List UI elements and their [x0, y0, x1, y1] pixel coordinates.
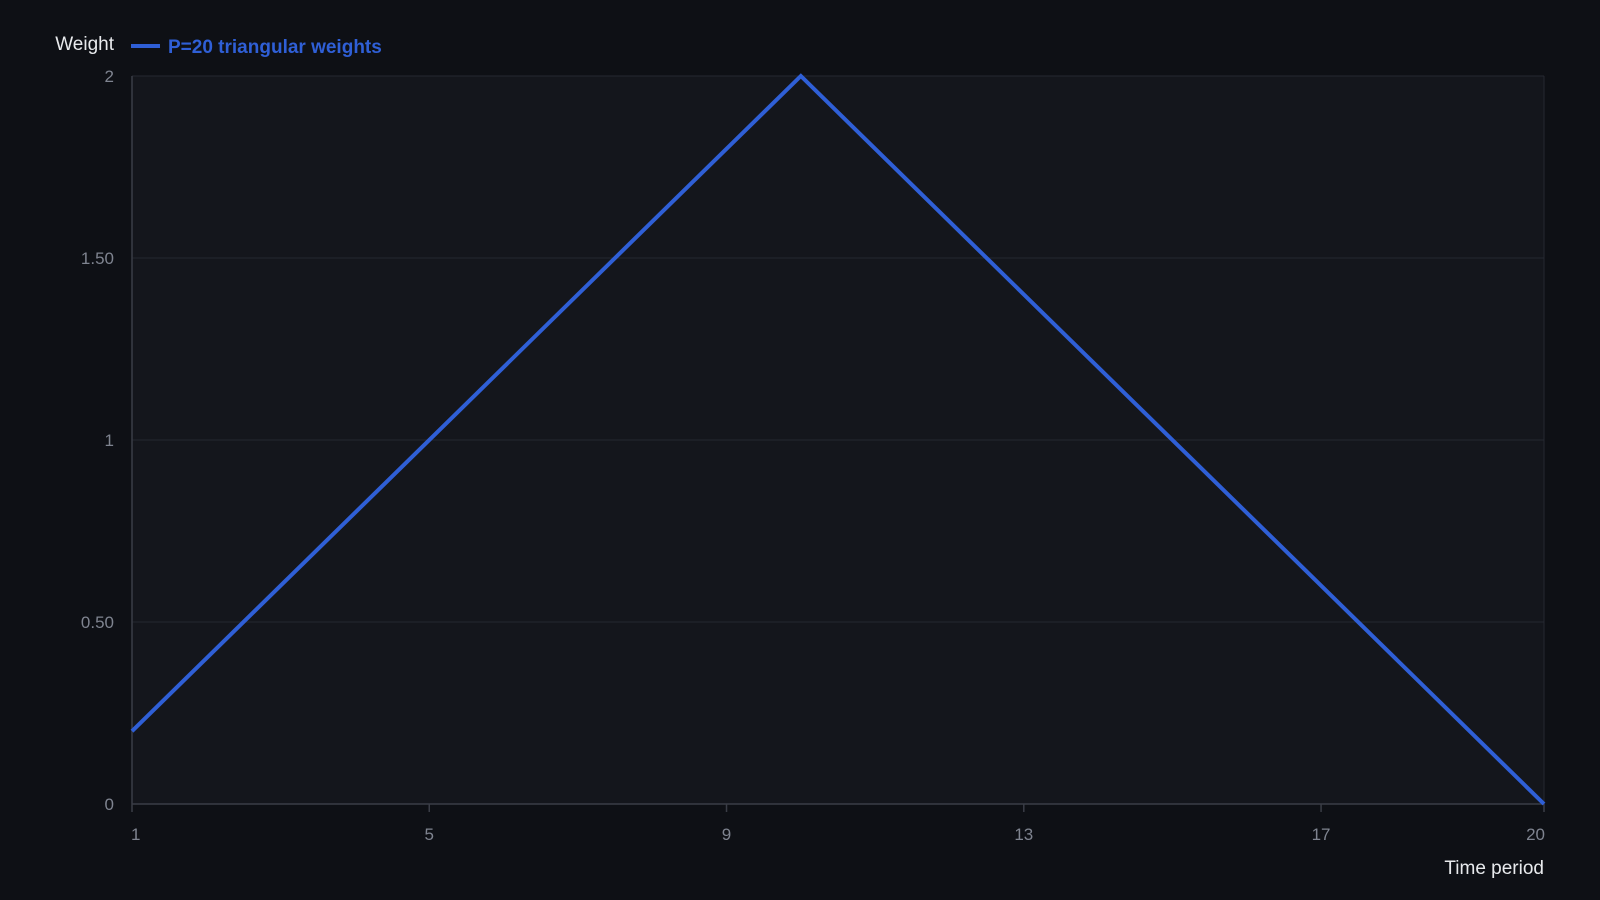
x-tick-label: 17 [1312, 825, 1331, 844]
x-tick-label: 13 [1014, 825, 1033, 844]
y-tick-label: 2 [105, 67, 114, 86]
x-tick-label: 1 [131, 825, 140, 844]
y-tick-label: 1 [105, 431, 114, 450]
x-tick-label: 5 [425, 825, 434, 844]
x-axis-ticks: 1 5 9 13 17 20 [131, 804, 1545, 844]
y-tick-label: 0.50 [81, 613, 114, 632]
y-axis-ticks: 0 0.50 1 1.50 2 [81, 67, 114, 814]
x-tick-label: 9 [722, 825, 731, 844]
y-tick-label: 1.50 [81, 249, 114, 268]
chart: 0 0.50 1 1.50 2 1 5 9 13 17 20 Weight Time period… [55, 34, 1546, 879]
y-axis-title: Weight [55, 34, 115, 55]
x-axis-title: Time period [1444, 858, 1544, 879]
y-tick-label: 0 [105, 795, 114, 814]
x-tick-label: 20 [1526, 825, 1545, 844]
legend-label: P=20 triangular weights [168, 37, 382, 58]
legend: P=20 triangular weights [131, 37, 382, 58]
